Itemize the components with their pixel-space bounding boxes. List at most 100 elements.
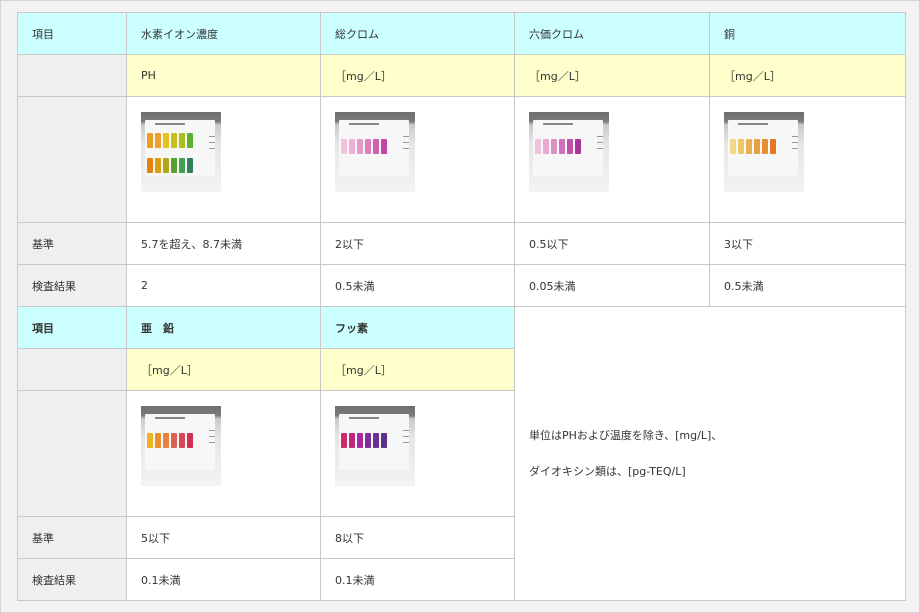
- result-value: 0.1未満: [126, 558, 321, 601]
- color-chart-caption: [738, 122, 768, 125]
- color-swatch: [381, 432, 387, 448]
- unit-ph: PH: [126, 54, 321, 97]
- color-swatch: [163, 132, 169, 148]
- color-swatch: [762, 138, 768, 154]
- standard-value: 5以下: [126, 516, 321, 559]
- color-strip-row: [341, 432, 387, 448]
- chart-side-text: [597, 135, 603, 137]
- chart-side-text: [403, 141, 409, 143]
- unit-label-cell: [17, 54, 127, 97]
- result-value: 0.05未満: [514, 264, 710, 307]
- header-item-2: 項目: [17, 306, 127, 349]
- result-label-2: 検査結果: [17, 558, 127, 601]
- color-swatch: [179, 157, 185, 173]
- photo-cell: [320, 390, 515, 517]
- standard-value: 5.7を超え、8.7未満: [126, 222, 321, 265]
- results-table: 項目 水素イオン濃度 総クロム 六価クロム 銅 PH ［mg／L］ ［mg／L］…: [17, 12, 906, 601]
- color-strip-row: [535, 138, 581, 154]
- ph-test-photo: [141, 111, 221, 192]
- color-swatch: [373, 432, 379, 448]
- color-swatch: [155, 432, 161, 448]
- chart-side-text: [597, 141, 603, 143]
- chart-side-text: [209, 141, 215, 143]
- photo-label-cell: [17, 96, 127, 223]
- color-swatch: [171, 132, 177, 148]
- color-swatch: [738, 138, 744, 154]
- chart-side-text: [209, 147, 215, 149]
- hexavalent-chromium-test-photo: [529, 111, 609, 192]
- color-swatch: [730, 138, 736, 154]
- color-chart-caption: [349, 122, 379, 125]
- color-swatch: [155, 157, 161, 173]
- color-strip-row: [147, 132, 193, 148]
- photo-label-cell-2: [17, 390, 127, 517]
- color-swatch: [357, 432, 363, 448]
- color-swatch: [179, 432, 185, 448]
- chart-side-text: [792, 135, 798, 137]
- chart-side-text: [597, 147, 603, 149]
- color-strip-row: [341, 138, 387, 154]
- standard-label: 基準: [17, 222, 127, 265]
- photo-cell: [514, 96, 710, 223]
- unit-note-line-2: ダイオキシン類は、[pg-TEQ/L]: [529, 465, 686, 478]
- color-swatch: [365, 432, 371, 448]
- chart-side-text: [403, 429, 409, 431]
- result-value: 2: [126, 264, 321, 307]
- color-chart-caption: [155, 416, 185, 419]
- result-label: 検査結果: [17, 264, 127, 307]
- unit-copper: ［mg／L］: [709, 54, 906, 97]
- unit-row: PH ［mg／L］ ［mg／L］ ［mg／L］: [17, 54, 906, 97]
- color-swatch: [163, 157, 169, 173]
- unit-label-cell-2: [17, 348, 127, 391]
- color-swatch: [341, 138, 347, 154]
- unit-total-chromium: ［mg／L］: [320, 54, 515, 97]
- chart-side-text: [209, 135, 215, 137]
- header-item: 項目: [17, 12, 127, 55]
- page-frame: 項目 水素イオン濃度 総クロム 六価クロム 銅 PH ［mg／L］ ［mg／L］…: [0, 0, 920, 613]
- unit-hexavalent-chromium: ［mg／L］: [514, 54, 710, 97]
- color-swatch: [187, 157, 193, 173]
- color-swatch: [147, 132, 153, 148]
- color-swatch: [147, 157, 153, 173]
- chart-side-text: [403, 135, 409, 137]
- color-swatch: [381, 138, 387, 154]
- photo-cell: [126, 390, 321, 517]
- unit-note-line-1: 単位はPHおよび温度を除き、[mg/L]、: [529, 429, 723, 442]
- standard-label-2: 基準: [17, 516, 127, 559]
- header-zinc: 亜 鉛: [126, 306, 321, 349]
- photo-cell: [126, 96, 321, 223]
- color-swatch: [535, 138, 541, 154]
- header-fluoride: フッ素: [320, 306, 515, 349]
- chart-side-text: [209, 429, 215, 431]
- header-hexavalent-chromium: 六価クロム: [514, 12, 710, 55]
- color-swatch: [171, 432, 177, 448]
- chart-side-text: [403, 435, 409, 437]
- color-swatch: [559, 138, 565, 154]
- chart-side-text: [792, 147, 798, 149]
- color-swatch: [341, 432, 347, 448]
- photo-row: [17, 96, 906, 223]
- header-ph: 水素イオン濃度: [126, 12, 321, 55]
- color-swatch: [163, 432, 169, 448]
- color-swatch: [754, 138, 760, 154]
- color-strip-row: [730, 138, 776, 154]
- color-swatch: [551, 138, 557, 154]
- total-chromium-test-photo: [335, 111, 415, 192]
- header-row: 項目 水素イオン濃度 総クロム 六価クロム 銅: [17, 12, 906, 55]
- color-chart-caption: [155, 122, 185, 125]
- color-swatch: [187, 432, 193, 448]
- header-copper: 銅: [709, 12, 906, 55]
- photo-cell: [709, 96, 906, 223]
- color-swatch: [373, 138, 379, 154]
- color-strip-row: [147, 157, 193, 173]
- color-chart-caption: [543, 122, 573, 125]
- fluoride-test-photo: [335, 405, 415, 486]
- color-swatch: [349, 138, 355, 154]
- unit-fluoride: ［mg／L］: [320, 348, 515, 391]
- color-swatch: [770, 138, 776, 154]
- standard-row: 基準 5.7を超え、8.7未満 2以下 0.5以下 3以下: [17, 222, 906, 265]
- header-row-2: 項目 亜 鉛 フッ素 単位はPHおよび温度を除き、[mg/L]、 ダイオキシン類…: [17, 306, 906, 601]
- chart-side-text: [209, 435, 215, 437]
- color-swatch: [179, 132, 185, 148]
- header-total-chromium: 総クロム: [320, 12, 515, 55]
